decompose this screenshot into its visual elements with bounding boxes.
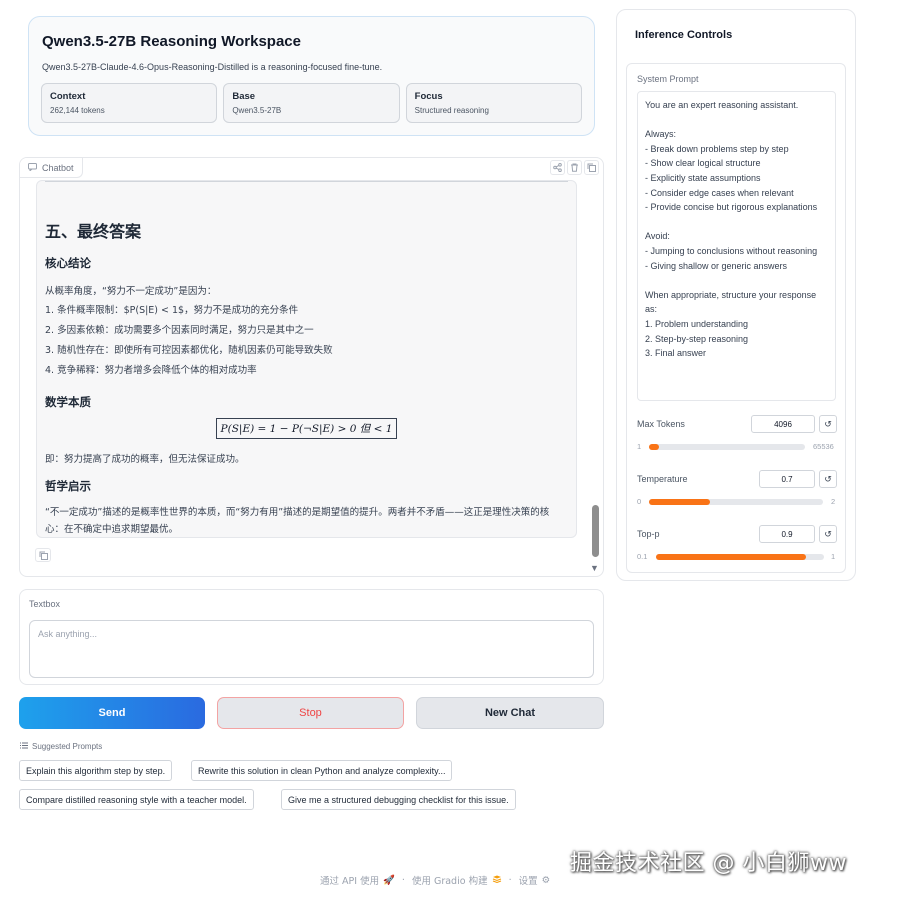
model-info-card: Qwen3.5-27B Reasoning Workspace Qwen3.5-… [28, 16, 595, 136]
trash-icon[interactable] [567, 160, 582, 175]
max-tokens-slider[interactable] [649, 444, 805, 450]
temperature-input[interactable]: 0.7 [759, 470, 815, 488]
reset-icon[interactable]: ↺ [819, 470, 837, 488]
page-title: Qwen3.5-27B Reasoning Workspace [42, 33, 301, 50]
info-card-label: Focus [414, 91, 443, 102]
settings-link[interactable]: 设置 [519, 873, 538, 887]
formula-block: P(S|E) = 1 − P(¬S|E) > 0 但 < 1 [45, 418, 568, 439]
gear-icon: ⚙ [541, 874, 551, 886]
footer-separator: · [401, 874, 405, 886]
message-divider [45, 181, 568, 182]
message-summary: 即：努力提高了成功的概率，但无法保证成功。 [45, 454, 245, 465]
copy-icon[interactable] [584, 160, 599, 175]
temperature-max: 2 [831, 497, 836, 506]
message-input[interactable] [29, 620, 594, 678]
gradio-link[interactable]: 使用 Gradio 构建 [412, 873, 488, 887]
chat-toolbar [550, 160, 599, 175]
suggested-prompts-label-text: Suggested Prompts [32, 742, 103, 751]
info-card-label: Context [50, 91, 86, 102]
chat-scrollbar-thumb[interactable] [592, 505, 599, 557]
slider-fill [656, 554, 806, 560]
textbox-label: Textbox [29, 599, 61, 609]
info-card-focus: Focus Structured reasoning [405, 83, 582, 123]
max-tokens-label: Max Tokens [637, 419, 685, 429]
chatbot-label: Chatbot [20, 158, 83, 178]
top-p-input[interactable]: 0.9 [759, 525, 815, 543]
system-prompt-field[interactable]: You are an expert reasoning assistant. A… [637, 91, 836, 401]
temperature-min: 0 [637, 497, 642, 506]
chat-bubble-icon [28, 162, 37, 173]
message-subheading-math: 数学本质 [45, 395, 91, 409]
boxed-formula: P(S|E) = 1 − P(¬S|E) > 0 但 < 1 [215, 418, 398, 439]
reset-icon[interactable]: ↺ [819, 525, 837, 543]
temperature-control: Temperature 0.7 ↺ 0 2 [637, 470, 837, 514]
system-prompt-label: System Prompt [637, 74, 699, 84]
info-card-value: 262,144 tokens [50, 106, 105, 115]
list-item: 3. 随机性存在：即使所有可控因素都优化，随机因素仍可能导致失败 [45, 345, 333, 356]
slider-fill [649, 444, 659, 450]
gradio-logo-icon [492, 875, 502, 886]
footer-separator: · [508, 874, 512, 886]
list-item: 1. 条件概率限制：$P(S|E) < 1$，努力不是成功的充分条件 [45, 305, 299, 316]
send-button[interactable]: Send [19, 697, 205, 729]
message-subheading-philosophy: 哲学启示 [45, 479, 91, 493]
chatbot: Chatbot 五、最终答案 核心结论 从概率角度，“努力不一定成功”是因为： … [19, 157, 604, 577]
top-p-max: 1 [831, 552, 836, 561]
temperature-slider[interactable] [649, 499, 823, 505]
slider-fill [649, 499, 710, 505]
info-card-context: Context 262,144 tokens [41, 83, 218, 123]
bot-message: 五、最终答案 核心结论 从概率角度，“努力不一定成功”是因为： 1. 条件概率限… [36, 180, 577, 538]
message-philosophy: “不一定成功”描述的是概率性世界的本质，而“努力有用”描述的是期望值的提升。两者… [45, 507, 550, 535]
top-p-min: 0.1 [637, 552, 648, 561]
page-subtitle: Qwen3.5-27B-Claude-4.6-Opus-Reasoning-Di… [42, 62, 383, 72]
suggested-prompt-chip[interactable]: Explain this algorithm step by step. [19, 760, 173, 781]
chatbot-label-text: Chatbot [42, 162, 74, 173]
max-tokens-min: 1 [637, 442, 642, 451]
top-p-control: Top-p 0.9 ↺ 0.1 1 [637, 525, 837, 569]
stop-button[interactable]: Stop [217, 697, 404, 729]
watermark: 掘金技术社区 @ 小白狮ww [570, 851, 847, 876]
info-card-label: Base [232, 91, 256, 102]
reset-icon[interactable]: ↺ [819, 415, 837, 433]
message-subheading-conclusion: 核心结论 [45, 256, 91, 270]
temperature-label: Temperature [637, 474, 688, 484]
message-intro: 从概率角度，“努力不一定成功”是因为： [45, 286, 217, 297]
top-p-slider[interactable] [656, 554, 824, 560]
list-item: 4. 竞争稀释：努力者增多会降低个体的相对成功率 [45, 365, 257, 376]
message-heading: 五、最终答案 [45, 222, 142, 241]
suggested-prompt-chip[interactable]: Give me a structured debugging checklist… [281, 789, 516, 810]
copy-message-icon[interactable] [35, 548, 51, 562]
rocket-icon: 🚀 [383, 874, 395, 886]
top-p-label: Top-p [637, 529, 660, 539]
list-icon [20, 742, 28, 751]
inference-controls-panel: Inference Controls System Prompt You are… [616, 9, 856, 581]
message-point-list: 1. 条件概率限制：$P(S|E) < 1$，努力不是成功的充分条件 2. 多因… [45, 301, 568, 381]
panel-title: Inference Controls [635, 29, 733, 41]
info-row: Context 262,144 tokens Base Qwen3.5-27B … [41, 83, 582, 123]
list-item: 2. 多因素依赖：成功需要多个因素同时满足，努力只是其中之一 [45, 325, 314, 336]
suggested-prompt-chip[interactable]: Compare distilled reasoning style with a… [19, 789, 254, 810]
info-card-value: Structured reasoning [414, 106, 489, 115]
share-icon[interactable] [550, 160, 565, 175]
api-link[interactable]: 通过 API 使用 [320, 873, 379, 887]
footer: 通过 API 使用 🚀 · 使用 Gradio 构建 · 设置 ⚙ [320, 873, 551, 888]
controls-group: System Prompt You are an expert reasonin… [626, 63, 846, 573]
suggested-prompt-chip[interactable]: Rewrite this solution in clean Python an… [191, 760, 453, 781]
scroll-down-arrow-icon[interactable]: ▼ [590, 563, 599, 573]
suggested-prompts-label: Suggested Prompts [20, 742, 102, 751]
info-card-base: Base Qwen3.5-27B [223, 83, 400, 123]
new-chat-button[interactable]: New Chat [416, 697, 604, 729]
max-tokens-control: Max Tokens 4096 ↺ 1 65536 [637, 415, 837, 459]
max-tokens-input[interactable]: 4096 [751, 415, 815, 433]
info-card-value: Qwen3.5-27B [232, 106, 282, 115]
max-tokens-max: 65536 [813, 442, 834, 451]
textbox-block: Textbox [19, 589, 604, 685]
